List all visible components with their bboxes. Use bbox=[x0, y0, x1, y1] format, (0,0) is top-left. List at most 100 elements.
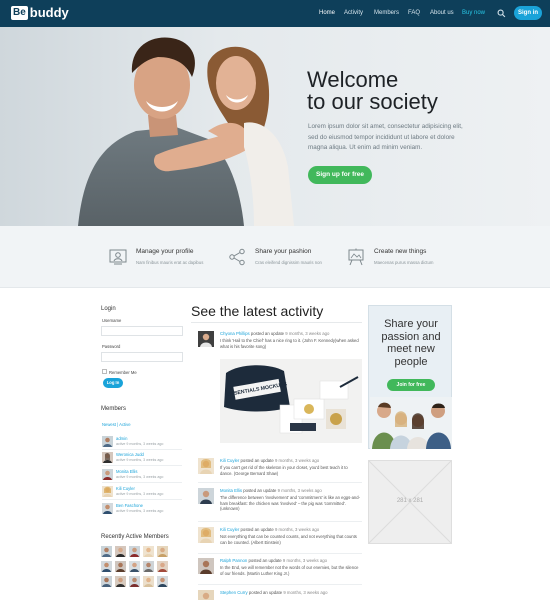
avatar[interactable] bbox=[198, 590, 214, 600]
activity-item: Kili Cuyler posted an update 9 months, 3… bbox=[198, 458, 362, 482]
divider bbox=[198, 553, 362, 554]
avatar bbox=[102, 452, 113, 463]
remember-me-label: Remember Me bbox=[109, 370, 137, 375]
hero-title: Welcome to our society bbox=[307, 67, 438, 114]
activity-author[interactable]: Ralph Pannon bbox=[220, 558, 247, 563]
divider bbox=[191, 322, 362, 323]
login-heading: Login bbox=[101, 306, 116, 312]
avatar[interactable] bbox=[157, 576, 168, 587]
nav-members[interactable]: Members bbox=[374, 10, 399, 16]
avatar[interactable] bbox=[198, 527, 214, 543]
activity-mockup-image[interactable]: ESSENTIALS MOCKUPS bbox=[220, 359, 362, 443]
nav-faq[interactable]: FAQ bbox=[408, 10, 420, 16]
list-item[interactable]: Monita Ellis active 9 months, 3 weeks ag… bbox=[102, 469, 182, 481]
hero-section: Welcome to our society Lorem ipsum dolor… bbox=[0, 27, 550, 226]
divider bbox=[198, 482, 362, 483]
activity-time[interactable]: 9 months, 3 weeks ago bbox=[285, 331, 329, 336]
activity-text: I think 'Hail to the Chief' has a nice r… bbox=[220, 338, 359, 349]
easel-icon bbox=[348, 248, 364, 266]
activity-time[interactable]: 9 months, 3 weeks ago bbox=[275, 527, 319, 532]
activity-text: The difference between 'involvement' and… bbox=[220, 495, 360, 512]
nav-home[interactable]: Home bbox=[319, 10, 335, 16]
list-item[interactable]: Weronica Judd active 9 months, 3 weeks a… bbox=[102, 452, 182, 464]
avatar[interactable] bbox=[101, 561, 112, 572]
avatar[interactable] bbox=[143, 546, 154, 557]
activity-item: Monita Ellis posted an update 9 months, … bbox=[198, 488, 362, 518]
ad-placeholder[interactable]: 281 x 281 bbox=[368, 460, 452, 544]
nav-about[interactable]: About us bbox=[430, 10, 454, 16]
logo-text: buddy bbox=[29, 5, 69, 20]
logo[interactable]: Be buddy bbox=[11, 5, 69, 20]
profile-icon bbox=[109, 249, 127, 265]
avatar[interactable] bbox=[129, 546, 140, 557]
avatar[interactable] bbox=[115, 576, 126, 587]
activity-text: In the End, we will remember not the wor… bbox=[220, 565, 359, 576]
promo-group-photo bbox=[370, 397, 452, 449]
divider bbox=[102, 499, 182, 500]
promo-title: Share your passion and meet new people bbox=[381, 318, 441, 368]
username-label: Username bbox=[102, 318, 122, 323]
divider bbox=[102, 465, 182, 466]
avatar[interactable] bbox=[198, 558, 214, 574]
avatar bbox=[102, 469, 113, 480]
avatar[interactable] bbox=[129, 561, 140, 572]
activity-author[interactable]: Chyona Phillips bbox=[220, 331, 250, 336]
avatar[interactable] bbox=[129, 576, 140, 587]
log-in-button[interactable]: Log In bbox=[103, 378, 123, 388]
divider bbox=[198, 521, 362, 522]
recently-active-heading: Recently Active Members bbox=[101, 534, 169, 540]
avatar[interactable] bbox=[101, 576, 112, 587]
remember-me-checkbox[interactable] bbox=[102, 369, 107, 374]
avatar[interactable] bbox=[198, 488, 214, 504]
divider bbox=[198, 584, 362, 585]
hero-couple-photo bbox=[78, 37, 294, 226]
avatar bbox=[102, 436, 113, 447]
avatar[interactable] bbox=[143, 576, 154, 587]
activity-time[interactable]: 9 months, 3 weeks ago bbox=[283, 590, 327, 595]
activity-time[interactable]: 9 months, 3 weeks ago bbox=[278, 488, 322, 493]
avatar[interactable] bbox=[115, 546, 126, 557]
avatar[interactable] bbox=[157, 546, 168, 557]
top-navbar: Be buddy Home Activity Members FAQ About… bbox=[0, 0, 550, 27]
avatar[interactable] bbox=[143, 561, 154, 572]
activity-author[interactable]: Kili Cuyler bbox=[220, 458, 239, 463]
search-icon[interactable] bbox=[497, 9, 506, 18]
activity-item: Chyona Phillips posted an update 9 month… bbox=[198, 331, 362, 357]
password-label: Password bbox=[102, 344, 121, 349]
sign-up-button[interactable]: Sign up for free bbox=[308, 166, 372, 184]
activity-item: Kili Cuyler posted an update 9 months, 3… bbox=[198, 527, 362, 551]
avatar[interactable] bbox=[101, 546, 112, 557]
logo-mark: Be bbox=[11, 5, 28, 20]
password-input[interactable] bbox=[101, 352, 183, 362]
activity-text: Not everything that can be counted count… bbox=[220, 534, 357, 545]
list-item[interactable]: Ben Faschone active 9 months, 3 weeks ag… bbox=[102, 503, 182, 515]
list-item[interactable]: Kili Cuyler active 9 months, 3 weeks ago bbox=[102, 486, 182, 498]
activity-author[interactable]: Monita Ellis bbox=[220, 488, 242, 493]
activity-heading: See the latest activity bbox=[191, 303, 324, 319]
avatar bbox=[102, 503, 113, 514]
avatar[interactable] bbox=[115, 561, 126, 572]
activity-time[interactable]: 9 months, 3 weeks ago bbox=[275, 458, 319, 463]
avatar[interactable] bbox=[198, 458, 214, 474]
activity-item: Ralph Pannon posted an update 9 months, … bbox=[198, 558, 362, 582]
avatar[interactable] bbox=[198, 331, 214, 347]
list-item[interactable]: admin active 9 months, 3 weeks ago bbox=[102, 436, 182, 448]
ad-size-label: 281 x 281 bbox=[396, 498, 424, 504]
username-input[interactable] bbox=[101, 326, 183, 336]
activity-time[interactable]: 9 months, 3 weeks ago bbox=[283, 558, 327, 563]
join-promo-widget: Share your passion and meet new people J… bbox=[368, 305, 452, 449]
activity-author[interactable]: Stephen Curry bbox=[220, 590, 248, 595]
activity-text: If you can't get rid of the skeleton in … bbox=[220, 465, 348, 476]
avatar[interactable] bbox=[157, 561, 168, 572]
activity-author[interactable]: Kili Cuyler bbox=[220, 527, 239, 532]
nav-activity[interactable]: Activity bbox=[344, 10, 363, 16]
divider bbox=[102, 482, 182, 483]
join-for-free-button[interactable]: Join for free bbox=[387, 379, 435, 391]
members-tabs[interactable]: Newest | Active bbox=[102, 422, 131, 427]
divider bbox=[102, 449, 182, 450]
features-strip: Manage your profile Nam finibus mauris e… bbox=[0, 226, 550, 288]
members-heading: Members bbox=[101, 406, 127, 412]
sign-in-button[interactable]: Sign in bbox=[514, 6, 542, 20]
hero-description: Lorem ipsum dolor sit amet, consectetur … bbox=[308, 123, 463, 151]
nav-buy-now[interactable]: Buy now bbox=[462, 10, 485, 16]
